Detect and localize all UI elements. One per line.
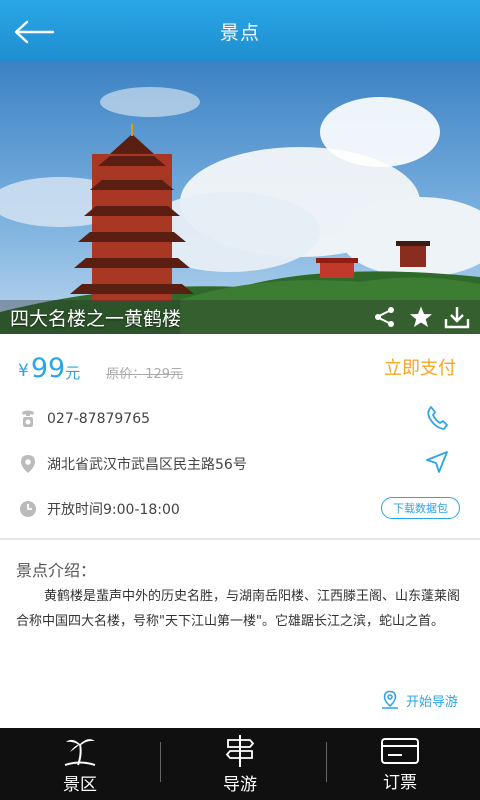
share-icon [375, 307, 394, 327]
tab-guide[interactable]: 导游 [160, 728, 320, 800]
navigation-arrow-icon [426, 451, 448, 473]
currency-symbol: ¥ [18, 361, 29, 381]
call-button[interactable] [424, 405, 450, 431]
intro-title: 景点介绍： [16, 561, 97, 580]
tab-label-scenic: 景区 [63, 774, 97, 795]
hero-image: 四大名楼之一黄鹤楼 [0, 62, 480, 334]
download-icon [444, 307, 470, 329]
palm-tree-icon [64, 738, 96, 766]
price-unit: 元 [65, 363, 81, 382]
tab-label-guide: 导游 [223, 774, 257, 795]
bottom-tab-bar: 景区 导游 订票 [0, 728, 480, 800]
opening-hours: 开放时间9:00-18:00 [47, 501, 180, 518]
tab-separator [160, 742, 161, 782]
location-pin-icon [18, 453, 38, 475]
start-guide-label: 开始导游 [405, 694, 458, 710]
phone-call-icon [427, 406, 448, 430]
original-price: 原价：129元 [106, 366, 184, 382]
signpost-icon [225, 734, 255, 767]
back-arrow-icon [14, 20, 55, 44]
tab-label-tickets: 订票 [383, 772, 417, 793]
telephone-icon [18, 408, 38, 430]
share-button[interactable] [372, 304, 398, 330]
hours-row: 开放时间9:00-18:00 下载数据包 [0, 486, 480, 531]
pay-now-button[interactable]: 立即支付 [384, 354, 456, 380]
address-row: 湖北省武汉市武昌区民主路56号 [0, 441, 480, 486]
page-title: 景点 [219, 21, 260, 44]
intro-text: 黄鹤楼是蜚声中外的历史名胜，与湖南岳阳楼、江西滕王阁、山东蓬莱阁合称中国四大名楼… [16, 589, 461, 629]
hero-actions [372, 304, 470, 330]
price-value: 99 [30, 352, 66, 384]
phone-number: 027-87879765 [47, 410, 151, 427]
map-pin-icon [381, 690, 398, 709]
hero-photo [0, 62, 480, 334]
address-text: 湖北省武汉市武昌区民主路56号 [47, 456, 247, 473]
hero-caption-bar: 四大名楼之一黄鹤楼 [0, 300, 480, 334]
download-button[interactable] [444, 304, 470, 330]
tab-scenic-area[interactable]: 景区 [0, 728, 160, 800]
tab-separator [326, 742, 327, 782]
back-button[interactable] [10, 12, 58, 52]
star-icon [410, 306, 432, 327]
download-data-button[interactable]: 下载数据包 [381, 497, 460, 519]
clock-icon [18, 498, 38, 520]
ticket-card-icon [381, 737, 419, 764]
navigate-button[interactable] [424, 449, 450, 475]
section-divider [0, 538, 480, 540]
phone-row: 027-87879765 [0, 396, 480, 441]
header-bar: 景点 [0, 0, 480, 62]
tab-tickets[interactable]: 订票 [320, 728, 480, 800]
price-row: ¥ 99 元 原价：129元 立即支付 [0, 334, 480, 402]
start-guide-button[interactable]: 开始导游 [380, 690, 458, 710]
hero-title: 四大名楼之一黄鹤楼 [10, 307, 182, 330]
favorite-button[interactable] [408, 304, 434, 330]
